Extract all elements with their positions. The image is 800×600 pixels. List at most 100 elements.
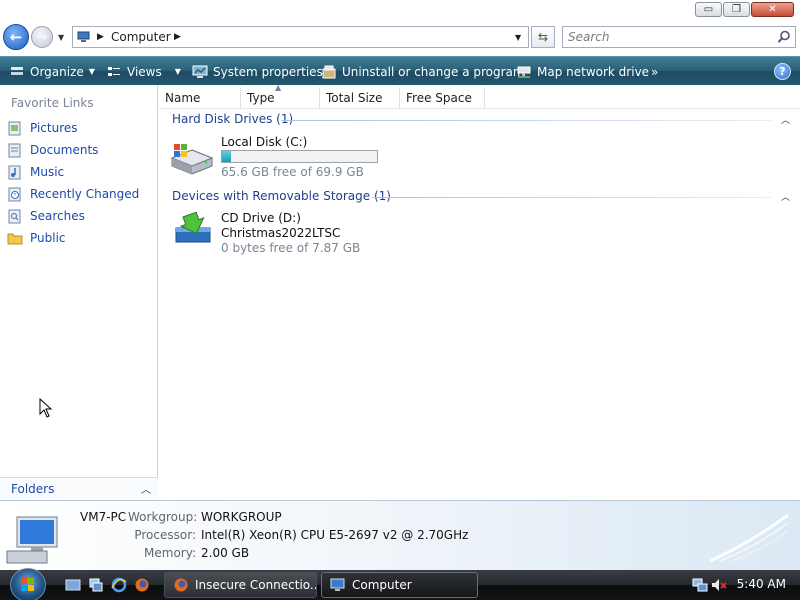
column-header-type-label: Type xyxy=(247,91,275,105)
search-icon[interactable] xyxy=(777,30,791,44)
back-button[interactable]: ← xyxy=(3,24,29,50)
help-button[interactable]: ? xyxy=(774,63,791,80)
column-header-total-size[interactable]: Total Size xyxy=(320,87,400,109)
system-properties-button[interactable]: System properties xyxy=(192,57,323,86)
views-label: Views xyxy=(127,64,162,79)
sidebar-item-music[interactable]: Music xyxy=(7,163,64,181)
toolbar-overflow-button[interactable]: » xyxy=(651,57,658,86)
drive-name: CD Drive (D:) xyxy=(221,211,301,225)
folders-label: Folders xyxy=(11,482,55,496)
windows-logo-icon xyxy=(21,578,34,591)
sidebar-item-label: Documents xyxy=(30,143,99,157)
title-bar: ▭ ❐ ✕ xyxy=(0,0,800,22)
firefox-icon xyxy=(174,578,188,592)
sidebar-item-label: Pictures xyxy=(30,121,78,135)
recently-changed-icon xyxy=(8,187,21,202)
drive-free-space: 65.6 GB free of 69.9 GB xyxy=(221,165,364,179)
computer-icon xyxy=(330,578,345,591)
organize-icon xyxy=(11,66,23,75)
column-header-name[interactable]: Name xyxy=(159,87,241,109)
search-input[interactable] xyxy=(568,28,773,46)
map-network-drive-icon xyxy=(517,66,531,78)
forward-button[interactable]: → xyxy=(31,26,53,48)
close-button[interactable]: ✕ xyxy=(751,2,794,17)
sidebar-item-public[interactable]: Public xyxy=(7,229,66,247)
sidebar-item-pictures[interactable]: Pictures xyxy=(7,119,78,137)
internet-explorer-icon[interactable] xyxy=(111,577,127,593)
favorite-links-title: Favorite Links xyxy=(11,96,94,110)
uninstall-program-label: Uninstall or change a program xyxy=(342,64,525,79)
column-header-free-space[interactable]: Free Space xyxy=(400,87,485,109)
processor-value: Intel(R) Xeon(R) CPU E5-2697 v2 @ 2.70GH… xyxy=(201,528,469,542)
computer-icon xyxy=(77,31,90,42)
forward-arrow-icon: → xyxy=(36,30,48,44)
minimize-button[interactable]: ▭ xyxy=(695,2,722,17)
sidebar-item-label: Recently Changed xyxy=(30,187,140,201)
firefox-icon[interactable] xyxy=(134,577,150,593)
collapse-chevron-icon[interactable]: ︿ xyxy=(781,113,790,126)
group-divider xyxy=(281,120,771,121)
searches-folder-icon xyxy=(8,209,21,224)
refresh-icon: ⇆ xyxy=(537,30,549,44)
close-icon: ✕ xyxy=(768,3,777,15)
column-header-type[interactable]: ▲ Type xyxy=(241,83,320,109)
mouse-cursor-icon xyxy=(39,398,53,418)
task-label: Insecure Connectio... xyxy=(195,578,317,592)
network-icon[interactable] xyxy=(692,577,708,593)
recent-pages-dropdown[interactable]: ▼ xyxy=(58,33,64,42)
uninstall-program-button[interactable]: Uninstall or change a program xyxy=(321,57,525,86)
help-icon: ? xyxy=(779,65,786,78)
breadcrumb-computer[interactable]: Computer xyxy=(111,30,171,44)
command-bar: Organize ▼ Views ▼ System properties Uni… xyxy=(0,56,800,85)
taskbar-clock[interactable]: 5:40 AM xyxy=(737,577,786,591)
address-bar[interactable]: ▶ Computer ▶ ▼ xyxy=(72,26,529,48)
views-button[interactable]: Views ▼ xyxy=(106,57,181,86)
group-header-hard-disk-drives[interactable]: Hard Disk Drives (1) xyxy=(172,112,293,126)
chevron-down-icon: ▼ xyxy=(88,67,95,76)
group-divider xyxy=(372,197,771,198)
folders-toggle[interactable]: Folders ︿ xyxy=(0,477,158,500)
volume-muted-icon[interactable] xyxy=(711,577,727,593)
computer-icon xyxy=(6,516,58,564)
sidebar-item-searches[interactable]: Searches xyxy=(7,207,85,225)
start-button[interactable] xyxy=(10,568,46,600)
disk-usage-bar xyxy=(221,150,378,163)
processor-label: Processor: xyxy=(134,528,196,542)
system-properties-label: System properties xyxy=(213,64,323,79)
maximize-icon: ❐ xyxy=(732,3,741,15)
refresh-button[interactable]: ⇆ xyxy=(531,26,555,48)
collapse-chevron-icon[interactable]: ︿ xyxy=(781,190,790,203)
music-folder-icon xyxy=(8,165,21,180)
group-header-removable-storage[interactable]: Devices with Removable Storage (1) xyxy=(172,189,391,203)
hard-disk-icon xyxy=(170,144,214,175)
maximize-button[interactable]: ❐ xyxy=(723,2,750,17)
computer-name: VM7-PC xyxy=(80,510,127,524)
switch-windows-icon[interactable] xyxy=(88,577,104,593)
minimize-icon: ▭ xyxy=(703,3,714,15)
details-pane: VM7-PC Workgroup: WORKGROUP Processor: I… xyxy=(0,500,800,570)
disk-usage-fill xyxy=(222,151,232,162)
notification-area: 5:40 AM xyxy=(688,570,800,600)
overflow-chevron-icon: » xyxy=(651,64,659,79)
drive-free-space: 0 bytes free of 7.87 GB xyxy=(221,241,361,255)
sidebar-item-label: Music xyxy=(30,165,65,179)
organize-button[interactable]: Organize ▼ xyxy=(9,57,95,86)
breadcrumb-separator-icon[interactable]: ▶ xyxy=(174,32,181,42)
map-network-drive-button[interactable]: Map network drive xyxy=(516,57,649,86)
sidebar-item-recently-changed[interactable]: Recently Changed xyxy=(7,185,139,203)
cd-drive-icon xyxy=(175,211,211,243)
sidebar-item-label: Searches xyxy=(30,209,85,223)
show-desktop-icon[interactable] xyxy=(65,577,81,593)
documents-folder-icon xyxy=(8,143,21,158)
navigation-pane: Favorite Links Pictures Documents Music … xyxy=(0,85,158,500)
search-box[interactable] xyxy=(562,26,796,48)
drive-name: Local Disk (C:) xyxy=(221,135,308,149)
sidebar-item-documents[interactable]: Documents xyxy=(7,141,98,159)
taskbar-button-firefox[interactable]: Insecure Connectio... xyxy=(164,572,317,598)
breadcrumb-separator-icon[interactable]: ▶ xyxy=(97,32,104,42)
taskbar-button-computer[interactable]: Computer xyxy=(321,572,478,598)
address-dropdown-icon[interactable]: ▼ xyxy=(515,33,521,42)
column-headers: Name ▲ Type Total Size Free Space xyxy=(159,83,800,109)
decorative-swoosh xyxy=(710,513,789,563)
volume-label: Christmas2022LTSC xyxy=(221,226,341,240)
